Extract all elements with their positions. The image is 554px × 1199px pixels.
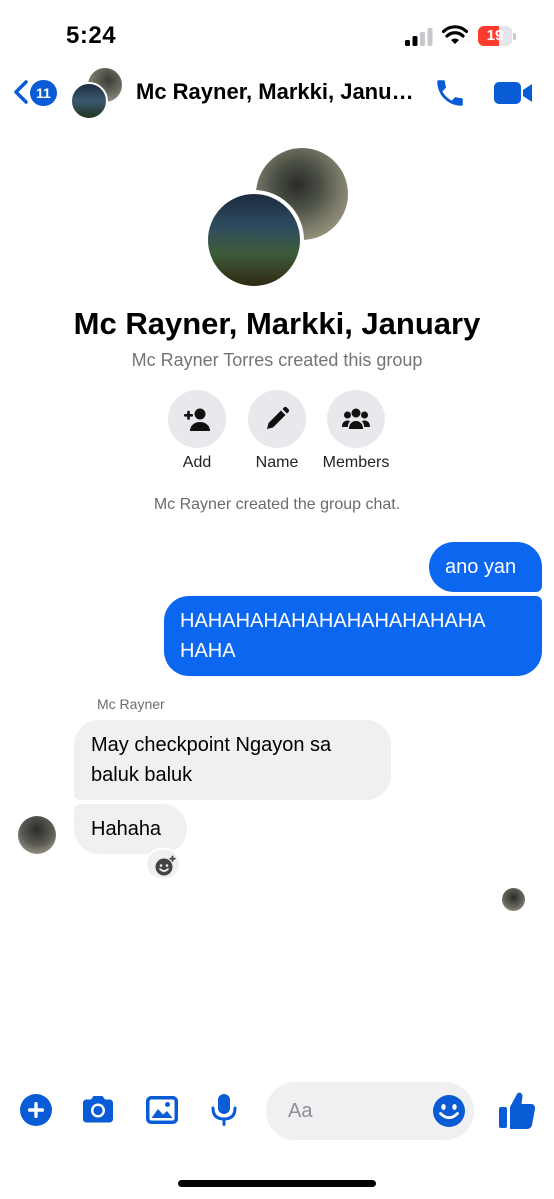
battery-level: 19 <box>486 27 504 44</box>
sender-avatar[interactable] <box>18 816 56 854</box>
message-composer <box>0 1078 554 1144</box>
add-person-icon <box>184 408 210 431</box>
unread-count-badge: 11 <box>30 80 57 106</box>
add-reaction-button[interactable] <box>145 848 181 880</box>
member-avatar <box>204 190 304 290</box>
video-camera-icon[interactable] <box>492 78 534 108</box>
incoming-message[interactable]: May checkpoint Ngayon sa baluk baluk <box>74 720 391 800</box>
sender-name: Mc Rayner <box>97 696 165 712</box>
group-avatar[interactable] <box>70 66 126 120</box>
home-indicator[interactable] <box>178 1180 376 1187</box>
add-reaction-icon <box>155 855 176 876</box>
group-profile-avatar <box>204 144 352 292</box>
back-button[interactable]: 11 <box>12 74 58 110</box>
status-bar: 5:24 19 <box>0 0 554 70</box>
conversation-header: 11 Mc Rayner, Markki, January <box>0 62 554 124</box>
chevron-left-icon <box>14 80 28 104</box>
group-creator-text: Mc Rayner Torres created this group <box>131 350 423 370</box>
group-actions: Add Name Members <box>0 390 554 480</box>
outgoing-message[interactable]: ano yan <box>429 542 542 592</box>
microphone-icon[interactable] <box>206 1092 242 1128</box>
outgoing-message[interactable]: HAHAHAHAHAHAHAHAHAHAHA HAHA <box>164 596 542 676</box>
conversation-title[interactable]: Mc Rayner, Markki, January <box>136 79 416 105</box>
cellular-signal-icon <box>405 28 433 46</box>
phone-icon[interactable] <box>432 76 468 110</box>
emoji-icon[interactable] <box>432 1094 466 1128</box>
incoming-message[interactable]: Hahaha <box>74 804 187 854</box>
group-name: Mc Rayner, Markki, January <box>73 306 481 341</box>
thumbs-up-icon[interactable] <box>498 1090 536 1130</box>
camera-icon[interactable] <box>80 1092 116 1128</box>
pencil-icon <box>267 406 290 429</box>
battery-icon: 19 <box>478 26 516 46</box>
photo-icon[interactable] <box>144 1092 180 1128</box>
status-time: 5:24 <box>66 22 117 49</box>
system-message: Mc Rayner created the group chat. <box>153 496 401 513</box>
members-button[interactable]: Members <box>306 390 406 480</box>
wifi-icon <box>442 25 468 44</box>
members-icon <box>342 408 370 429</box>
plus-icon[interactable] <box>18 1092 54 1128</box>
read-receipt-avatar <box>502 888 525 911</box>
action-label: Members <box>322 454 390 471</box>
member-avatar <box>70 82 108 120</box>
